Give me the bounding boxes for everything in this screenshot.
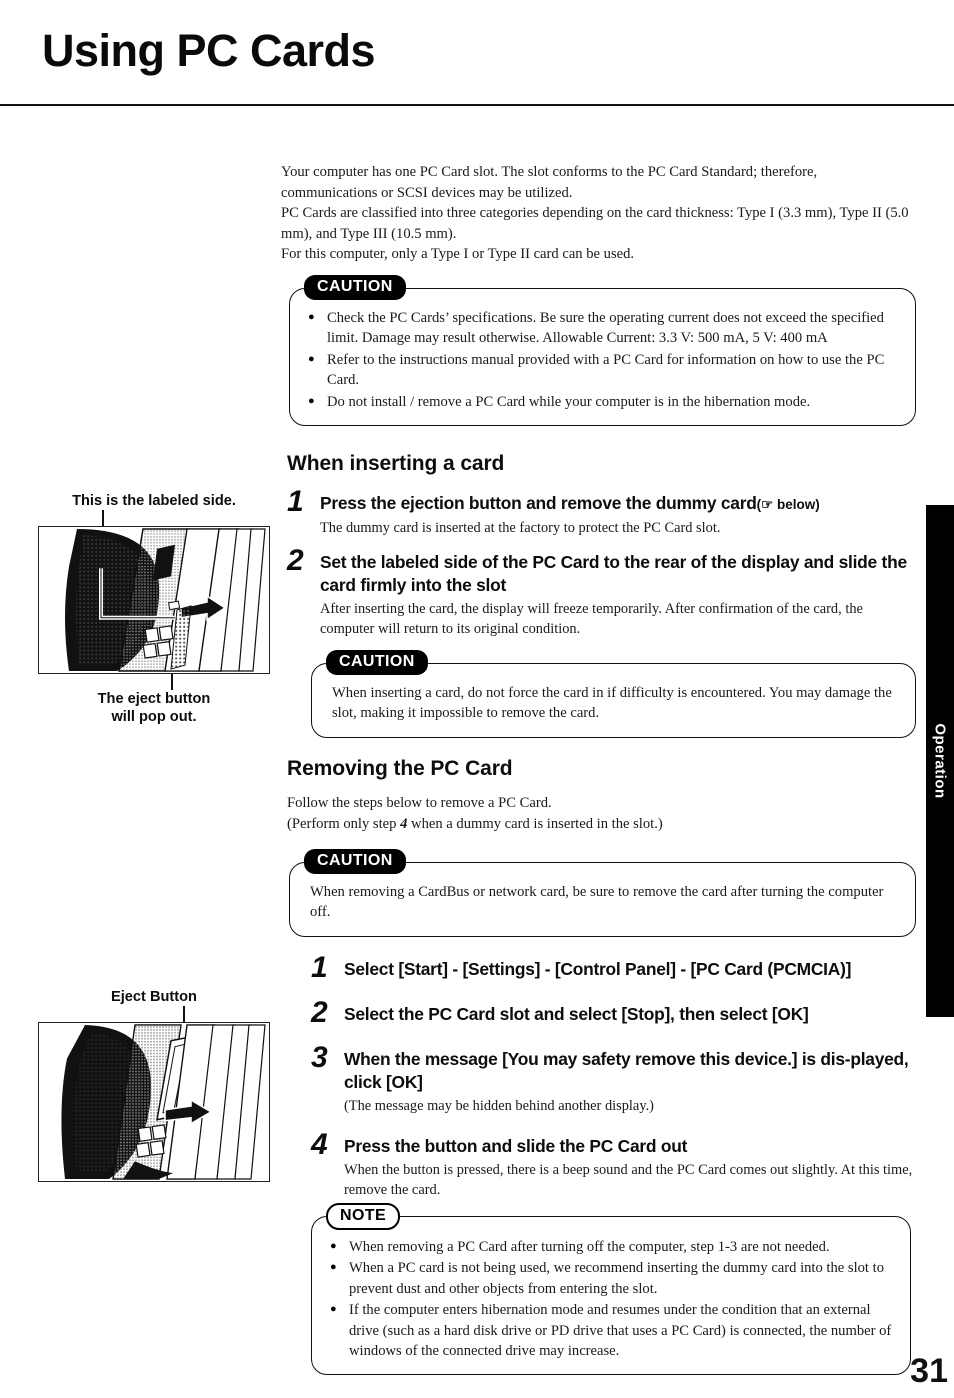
insert-step-1-reference: (☞ below) bbox=[756, 497, 820, 512]
remove-step-4-number: 4 bbox=[311, 1128, 328, 1161]
pc-card-slot-illustration bbox=[39, 527, 269, 673]
note-box-frame: When removing a PC Card after turning of… bbox=[311, 1216, 911, 1376]
side-tab-operation: Operation bbox=[926, 505, 954, 1017]
removing-lead: Follow the steps below to remove a PC Ca… bbox=[287, 793, 916, 834]
remove-step-3-desc: (The message may be hidden behind anothe… bbox=[344, 1098, 654, 1114]
insert-step-2-title: Set the labeled side of the PC Card to t… bbox=[320, 552, 907, 595]
remove-step-1: 1 Select [Start] - [Settings] - [Control… bbox=[311, 953, 916, 983]
intro-line-1: Your computer has one PC Card slot. The … bbox=[281, 164, 818, 201]
note-badge: NOTE bbox=[326, 1203, 401, 1231]
page-number: 31 bbox=[910, 1352, 948, 1390]
manual-page: Using PC Cards Operation 31 This is the … bbox=[0, 0, 954, 1398]
caution-insert-text: When inserting a card, do not force the … bbox=[332, 685, 892, 722]
title-divider bbox=[0, 104, 954, 106]
remove-step-3-title: When the message [You may safety remove … bbox=[344, 1049, 909, 1092]
remove-step-4-desc: When the button is pressed, there is a b… bbox=[344, 1162, 913, 1198]
insert-step-1-title: Press the ejection button and remove the… bbox=[320, 492, 916, 516]
remove-step-2: 2 Select the PC Card slot and select [St… bbox=[311, 998, 916, 1028]
caution-box-remove: CAUTION When removing a CardBus or netwo… bbox=[289, 849, 916, 937]
caution-top-bullet-3: Do not install / remove a PC Card while … bbox=[308, 391, 899, 412]
caution-badge: CAUTION bbox=[304, 849, 406, 875]
caution-box-top-frame: Check the PC Cards’ specifications. Be s… bbox=[289, 288, 916, 427]
figure-eject-image bbox=[38, 1022, 270, 1182]
note-bullet-list: When removing a PC Card after turning of… bbox=[330, 1236, 896, 1361]
figure-eject-caption-top: Eject Button bbox=[111, 989, 197, 1005]
insert-step-1-number: 1 bbox=[287, 485, 304, 518]
insert-step-1-title-text: Press the ejection button and remove the… bbox=[320, 493, 757, 513]
remove-step-4-title: Press the button and slide the PC Card o… bbox=[344, 1136, 688, 1156]
insert-step-2-number: 2 bbox=[287, 544, 304, 577]
remove-step-2-title: Select the PC Card slot and select [Stop… bbox=[344, 1004, 809, 1024]
note-bullet-3: If the computer enters hibernation mode … bbox=[330, 1299, 896, 1361]
figure-insert-leader-top bbox=[38, 510, 270, 526]
insert-step-1: 1 Press the ejection button and remove t… bbox=[287, 487, 916, 538]
remove-step-2-number: 2 bbox=[311, 996, 328, 1029]
removing-lead-line-1: Follow the steps below to remove a PC Ca… bbox=[287, 795, 552, 811]
remove-step-4: 4 Press the button and slide the PC Card… bbox=[311, 1130, 916, 1200]
remove-step-3: 3 When the message [You may safety remov… bbox=[311, 1043, 916, 1116]
insert-step-2: 2 Set the labeled side of the PC Card to… bbox=[287, 546, 916, 639]
eject-button-illustration bbox=[39, 1023, 269, 1181]
caution-badge: CAUTION bbox=[326, 650, 428, 676]
removing-lead-after: when a dummy card is inserted in the slo… bbox=[407, 815, 663, 832]
note-bullet-2: When a PC card is not being used, we rec… bbox=[330, 1257, 896, 1299]
figure-insert-image bbox=[38, 526, 270, 674]
intro-paragraph: Your computer has one PC Card slot. The … bbox=[281, 162, 916, 265]
caution-box-insert: CAUTION When inserting a card, do not fo… bbox=[311, 650, 916, 738]
caution-top-bullet-2: Refer to the instructions manual provide… bbox=[308, 349, 899, 391]
insert-step-1-desc: The dummy card is inserted at the factor… bbox=[320, 520, 721, 536]
figure-insert-leader-bottom bbox=[38, 674, 270, 690]
figure-insert-caption-top: This is the labeled side. bbox=[72, 493, 236, 509]
page-title: Using PC Cards bbox=[42, 25, 376, 76]
insert-step-2-desc: After inserting the card, the display wi… bbox=[320, 601, 863, 637]
intro-line-2: PC Cards are classified into three categ… bbox=[281, 205, 909, 242]
removing-lead-line-2: (Perform only step 4 when a dummy card i… bbox=[287, 814, 916, 835]
note-box: NOTE When removing a PC Card after turni… bbox=[311, 1203, 911, 1376]
caution-remove-text: When removing a CardBus or network card,… bbox=[310, 884, 884, 921]
figure-insert-block: This is the labeled side. The eject butt… bbox=[38, 492, 270, 726]
figure-insert-caption-bottom-1: The eject button bbox=[97, 691, 211, 707]
side-tab-label: Operation bbox=[931, 723, 949, 799]
note-bullet-1: When removing a PC Card after turning of… bbox=[330, 1236, 896, 1257]
figure-eject-leader bbox=[38, 1006, 270, 1022]
figure-insert-caption-bottom-2: will pop out. bbox=[111, 709, 197, 725]
remove-step-3-number: 3 bbox=[311, 1041, 328, 1074]
heading-when-inserting: When inserting a card bbox=[287, 452, 505, 475]
remove-step-1-number: 1 bbox=[311, 951, 328, 984]
intro-line-3: For this computer, only a Type I or Type… bbox=[281, 246, 635, 262]
remove-step-1-title: Select [Start] - [Settings] - [Control P… bbox=[344, 959, 852, 979]
heading-removing: Removing the PC Card bbox=[287, 757, 513, 780]
caution-top-bullet-1: Check the PC Cards’ specifications. Be s… bbox=[308, 307, 899, 349]
figure-eject-block: Eject Button bbox=[38, 988, 270, 1182]
removing-lead-before: (Perform only step bbox=[287, 815, 401, 832]
caution-top-bullet-list: Check the PC Cards’ specifications. Be s… bbox=[308, 307, 899, 412]
caution-badge: CAUTION bbox=[304, 275, 406, 301]
caution-box-top: CAUTION Check the PC Cards’ specificatio… bbox=[289, 275, 916, 427]
